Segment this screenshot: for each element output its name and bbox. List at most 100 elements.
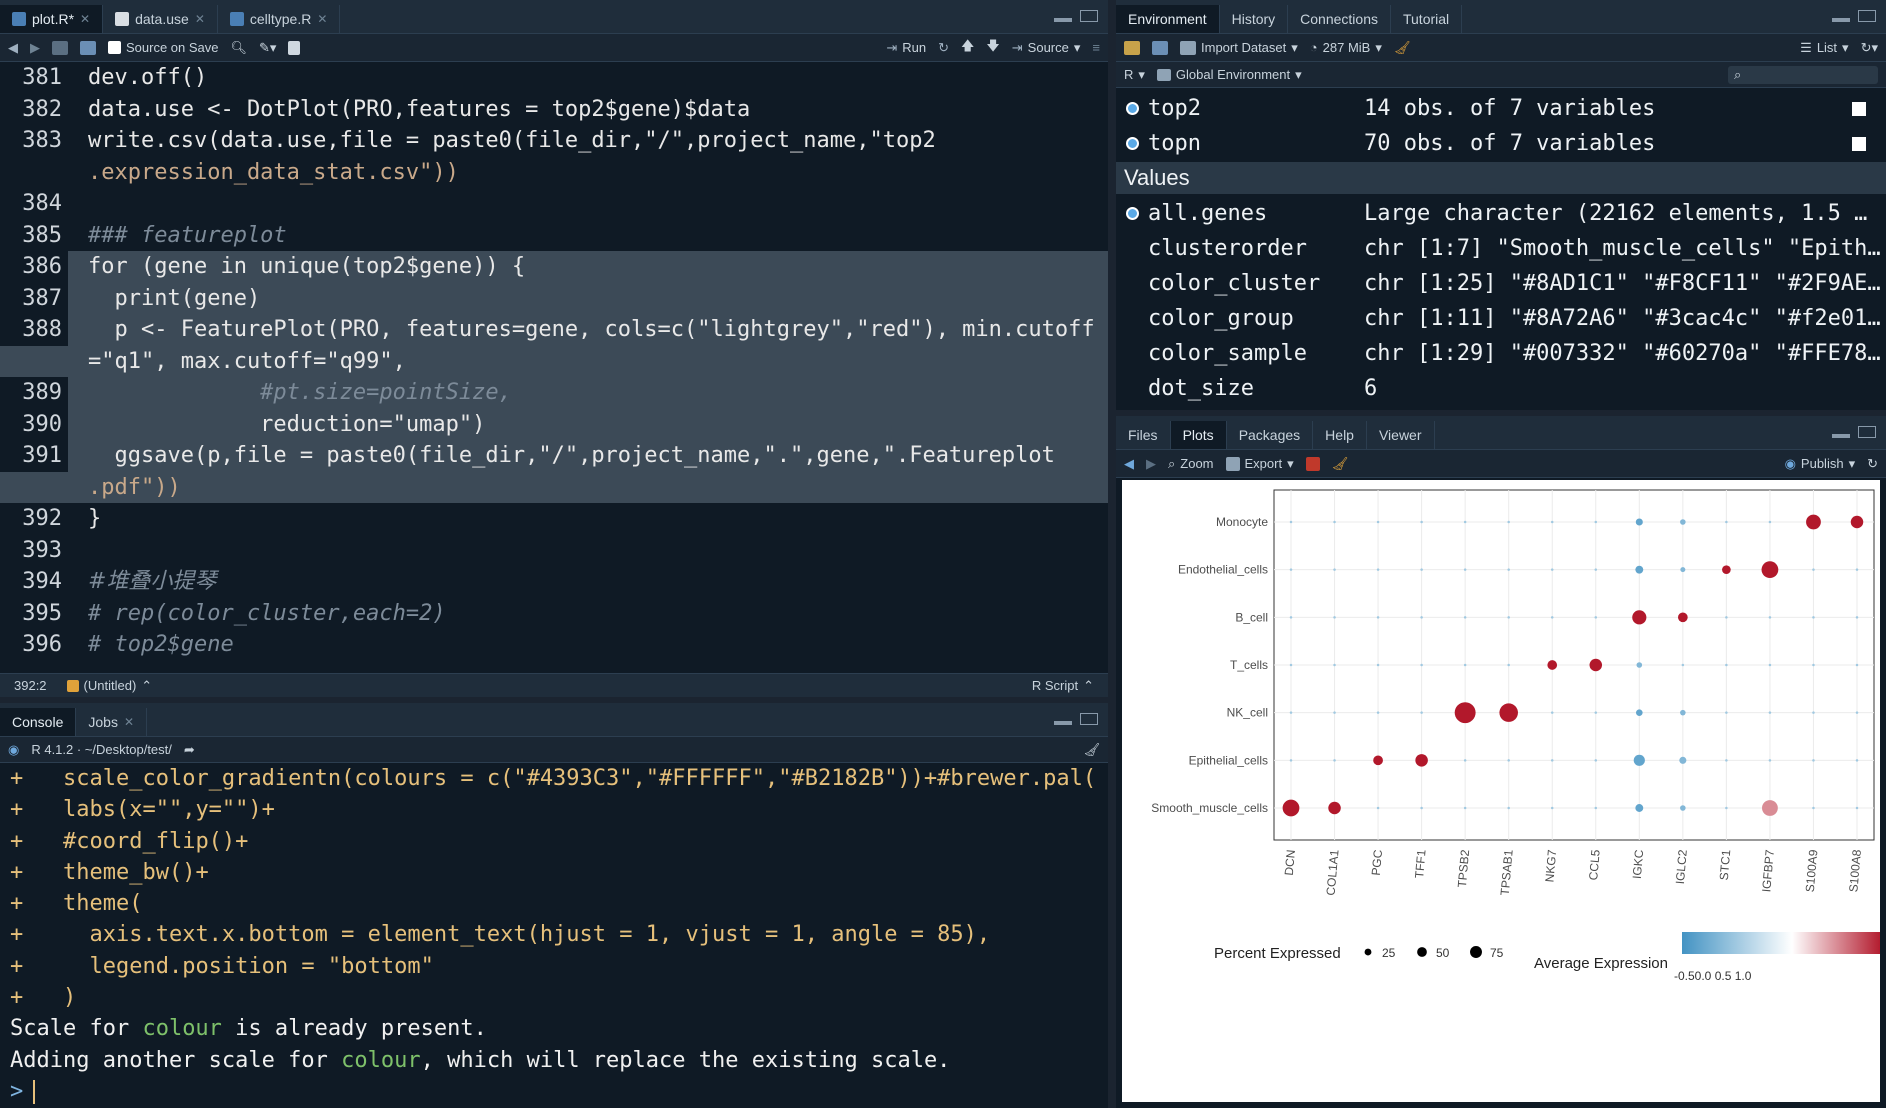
console-line: + axis.text.x.bottom = element_text(hjus… — [10, 919, 1108, 950]
refresh-icon[interactable]: ↻▾ — [1861, 40, 1878, 56]
msg-highlight: colour — [341, 1047, 421, 1073]
search-input[interactable]: ⌕ — [1728, 65, 1878, 84]
clear-plots-icon[interactable]: 🧹︎ — [1332, 456, 1349, 472]
data-row[interactable]: topn 70 obs. of 7 variables — [1116, 126, 1886, 161]
maximize-icon[interactable] — [1080, 10, 1098, 22]
rerun-icon[interactable]: ↻ — [938, 40, 949, 56]
x-tick-label: S100A8 — [1846, 849, 1864, 893]
filetype-dropdown[interactable]: R Script ⌃ — [1032, 678, 1094, 694]
tab-connections[interactable]: Connections — [1288, 5, 1391, 33]
go-down-icon[interactable]: 🡇 — [986, 37, 999, 59]
chevron-down-icon: ▾ — [1375, 39, 1382, 55]
expand-icon[interactable] — [1126, 137, 1139, 150]
value-row[interactable]: color_sample chr [1:29] "#007332" "#60270… — [1116, 336, 1886, 371]
export-button[interactable]: Export ▾ — [1225, 456, 1294, 472]
run-label: Run — [902, 40, 927, 55]
previous-plot-icon[interactable]: ◀ — [1124, 456, 1134, 472]
code-line: .pdf")) — [0, 471, 1108, 503]
tab-help[interactable]: Help — [1313, 421, 1367, 449]
editor-statusbar: 392:2 (Untitled) ⌃ R Script ⌃ — [0, 673, 1108, 697]
minimize-icon[interactable] — [1054, 18, 1072, 22]
tab-viewer[interactable]: Viewer — [1367, 421, 1435, 449]
show-in-window-icon[interactable] — [52, 40, 68, 55]
value-row[interactable]: clusterorder chr [1:7] "Smooth_muscle_cel… — [1116, 231, 1886, 266]
clear-objects-icon[interactable]: 🧹︎ — [1394, 40, 1411, 56]
run-button[interactable]: ⇥ Run — [886, 40, 926, 56]
search-icon[interactable]: 🔍︎ — [231, 40, 248, 56]
data-point — [1635, 518, 1643, 526]
value-row[interactable]: all.genes Large character (22162 elements… — [1116, 196, 1886, 231]
environment-dropdown[interactable]: Global Environment ▾ — [1156, 67, 1302, 83]
data-point — [1463, 568, 1467, 571]
publish-button[interactable]: ◉ Publish ▾ — [1785, 456, 1856, 472]
expand-icon[interactable] — [1126, 102, 1139, 115]
object-value: 6 — [1364, 376, 1378, 401]
save-workspace-icon[interactable] — [1152, 40, 1168, 55]
close-icon[interactable]: ✕ — [317, 12, 327, 26]
go-to-directory-icon[interactable]: ➦ — [184, 742, 195, 758]
close-icon[interactable]: ✕ — [124, 715, 134, 729]
source-on-save-checkbox[interactable]: Source on Save — [108, 40, 219, 55]
view-data-icon[interactable] — [1852, 101, 1866, 116]
source-button[interactable]: ⇥ Source ▾ — [1012, 40, 1081, 56]
clear-console-icon[interactable]: 🧹︎ — [1083, 742, 1100, 758]
view-data-icon[interactable] — [1852, 136, 1866, 151]
save-icon[interactable] — [80, 40, 96, 55]
chevron-icon: ⌃ — [141, 677, 153, 693]
console-output[interactable]: + scale_color_gradientn(colours = c("#43… — [0, 763, 1108, 1108]
data-row[interactable]: top2 14 obs. of 7 variables — [1116, 91, 1886, 126]
minimize-icon[interactable] — [1832, 434, 1850, 438]
tab-console[interactable]: Console — [0, 708, 77, 736]
tab-plot-r[interactable]: plot.R* ✕ — [0, 5, 104, 33]
x-tick-label: TPSAB1 — [1498, 849, 1516, 896]
tab-data-use[interactable]: data.use ✕ — [103, 5, 218, 33]
minimize-icon[interactable] — [1832, 18, 1850, 22]
code-text: ### featureplot — [88, 222, 287, 248]
view-mode-dropdown[interactable]: ☰ List ▾ — [1800, 40, 1848, 56]
back-arrow-icon[interactable]: ◀ — [8, 40, 18, 56]
value-row[interactable]: color_group chr [1:11] "#8A72A6" "#3cac4c… — [1116, 301, 1886, 336]
code-text: #pt.size=pointSize, — [88, 380, 512, 405]
r-file-icon — [12, 12, 26, 26]
scope-dropdown[interactable]: (Untitled) ⌃ — [66, 677, 153, 694]
import-dataset-button[interactable]: Import Dataset ▾ — [1180, 40, 1298, 56]
tab-plots[interactable]: Plots — [1170, 421, 1227, 449]
memory-usage-button[interactable]: ◔ 287 MiB ▾ — [1310, 40, 1382, 56]
maximize-icon[interactable] — [1080, 713, 1098, 725]
forward-arrow-icon[interactable]: ▶ — [30, 40, 40, 56]
console-prompt-line[interactable]: > — [10, 1076, 1108, 1107]
tab-jobs[interactable]: Jobs ✕ — [76, 708, 148, 736]
tab-tutorial[interactable]: Tutorial — [1391, 5, 1463, 33]
go-up-icon[interactable]: 🡅 — [961, 37, 974, 59]
tab-packages[interactable]: Packages — [1227, 421, 1314, 449]
value-row[interactable]: dot_size 6 — [1116, 371, 1886, 406]
tab-files[interactable]: Files — [1116, 421, 1171, 449]
refresh-icon[interactable]: ↻ — [1867, 456, 1878, 472]
minimize-icon[interactable] — [1054, 721, 1072, 725]
code-editor[interactable]: 381 dev.off() 382 data.use <- DotPlot(PRO,… — [0, 62, 1108, 669]
dot-plot: Monocyte Endothelial_cells B_cell T_cells NK… — [1151, 489, 1882, 983]
maximize-icon[interactable] — [1858, 10, 1876, 22]
compile-report-icon[interactable] — [288, 40, 301, 55]
zoom-button[interactable]: ⌕ Zoom — [1168, 456, 1214, 472]
checkbox-box[interactable] — [108, 41, 121, 54]
code-line: 392} — [0, 503, 1108, 535]
close-icon[interactable]: ✕ — [195, 12, 205, 26]
tab-environment[interactable]: Environment — [1116, 5, 1220, 33]
tab-history[interactable]: History — [1220, 5, 1289, 33]
tab-label: History — [1231, 11, 1276, 27]
outline-icon[interactable]: ≡ — [1092, 40, 1100, 55]
language-dropdown[interactable]: R ▾ — [1124, 67, 1145, 83]
load-workspace-icon[interactable] — [1124, 40, 1140, 55]
value-row[interactable]: color_cluster chr [1:25] "#8AD1C1" "#F8CF… — [1116, 266, 1886, 301]
tab-celltype-r[interactable]: celltype.R ✕ — [218, 5, 341, 33]
data-point — [1594, 806, 1598, 810]
maximize-icon[interactable] — [1858, 426, 1876, 438]
expand-icon[interactable] — [1126, 207, 1139, 220]
data-point — [1589, 658, 1603, 672]
remove-plot-icon[interactable] — [1305, 456, 1320, 471]
data-point — [1289, 520, 1293, 524]
next-plot-icon[interactable]: ▶ — [1146, 456, 1156, 472]
close-icon[interactable]: ✕ — [80, 12, 90, 26]
magic-wand-icon[interactable]: ✎▾ — [259, 40, 276, 56]
